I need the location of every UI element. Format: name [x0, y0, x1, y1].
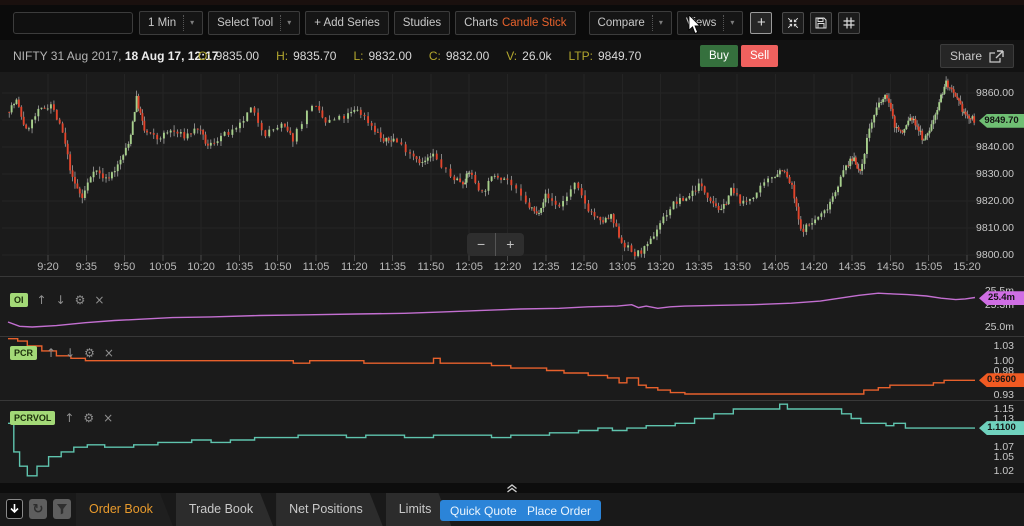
filter-button[interactable]	[53, 499, 71, 519]
panel-name-badge: PCRVOL	[10, 411, 56, 425]
chevron-down-icon: ▾	[723, 14, 734, 31]
panel-settings-gear-icon[interactable]: ⚙	[83, 412, 94, 424]
download-icon	[10, 504, 19, 514]
studies-button[interactable]: Studies	[393, 10, 451, 35]
compare-dropdown[interactable]: Compare ▾	[588, 10, 672, 35]
refresh-button[interactable]: ↻	[29, 499, 47, 519]
chart-toolbar: 1 Min ▾ Select Tool ▾ + Add Series Studi…	[0, 0, 1024, 40]
panel-down-arrow-icon[interactable]: ↓	[56, 294, 66, 306]
quote-bar: NIFTY 31 Aug 2017, 18 Aug 17, 12:17 O: 98…	[0, 40, 1024, 72]
quote-ltp: LTP: 9849.70	[568, 49, 642, 63]
chart-region: 9:20 9:35 9:50 10:05 10:20 10:35 10:50 11:05 11:…	[0, 72, 1024, 483]
grid-icon	[843, 17, 855, 28]
panel-settings-gear-icon[interactable]: ⚙	[84, 347, 95, 359]
chevron-down-icon: ▾	[183, 14, 194, 31]
quote-c: C: 9832.00	[428, 49, 490, 63]
dock-tabs: Order Book Trade Book Net Positions Limits	[76, 493, 451, 526]
download-button[interactable]	[6, 499, 23, 519]
views-dropdown[interactable]: Views ▾	[676, 10, 744, 35]
panel-down-arrow-icon[interactable]: ↓	[65, 347, 75, 359]
quote-v: V: 26.0k	[506, 49, 552, 63]
refresh-icon: ↻	[32, 501, 44, 517]
symbol-title: NIFTY 31 Aug 2017, 18 Aug 17, 12:17	[13, 49, 219, 63]
minimize-chart-button[interactable]	[782, 11, 805, 34]
select-tool-dropdown[interactable]: Select Tool ▾	[208, 10, 301, 35]
ohlc-fields: O: 9835.00 H: 9835.70 L: 9832.00 C: 9832.00 V: 26…	[198, 49, 641, 63]
panel-up-arrow-icon[interactable]: ↑	[46, 347, 56, 359]
grid-layout-button[interactable]	[838, 11, 861, 34]
chart-type-button[interactable]: Charts Candle Stick	[455, 10, 576, 35]
pcr-line	[8, 338, 975, 395]
interval-dropdown[interactable]: 1 Min ▾	[139, 10, 204, 35]
symbol-search-input[interactable]	[13, 11, 133, 34]
add-chart-button[interactable]: +	[750, 11, 773, 34]
tab-net-positions[interactable]: Net Positions	[276, 493, 383, 526]
zoom-in-button[interactable]: +	[495, 233, 524, 256]
zoom-out-button[interactable]: −	[467, 233, 495, 256]
minimize-icon	[788, 17, 799, 28]
filter-icon	[57, 504, 67, 515]
panel-close-x-icon[interactable]: ×	[103, 412, 113, 424]
quote-h: H: 9835.70	[276, 49, 337, 63]
save-icon	[815, 17, 827, 28]
panel-name-badge: PCR	[10, 346, 38, 360]
zoom-control: − +	[467, 233, 525, 256]
select-tool-label: Select Tool	[217, 16, 274, 29]
interval-label: 1 Min	[148, 16, 177, 29]
panel-settings-gear-icon[interactable]: ⚙	[75, 294, 86, 306]
chevron-down-icon: ▾	[651, 14, 663, 31]
tab-order-book[interactable]: Order Book	[76, 493, 173, 526]
sell-button[interactable]: Sell	[741, 45, 779, 67]
panel-header-pcrvol: PCRVOL ↑ ⚙ ×	[10, 411, 113, 425]
chart-type-value: Candle Stick	[501, 16, 567, 29]
buy-button[interactable]: Buy	[700, 45, 738, 67]
collapse-chevron-icon[interactable]	[506, 483, 518, 493]
panel-close-x-icon[interactable]: ×	[94, 294, 104, 306]
panel-up-arrow-icon[interactable]: ↑	[37, 294, 47, 306]
plus-icon: +	[756, 14, 766, 31]
share-icon	[989, 49, 1004, 63]
dock-collapse-strip	[0, 483, 1024, 493]
save-chart-button[interactable]	[810, 11, 833, 34]
panel-up-arrow-icon[interactable]: ↑	[64, 412, 74, 424]
panel-name-badge: OI	[10, 293, 28, 307]
share-button[interactable]: Share	[939, 44, 1014, 68]
pcrvol-line	[8, 403, 975, 477]
quote-l: L: 9832.00	[353, 49, 412, 63]
panel-header-pcr: PCR ↑ ↓ ⚙ ×	[10, 346, 114, 360]
quick-quote-button[interactable]: Quick Quote	[440, 500, 527, 521]
price-chart-canvas[interactable]	[0, 72, 1024, 483]
tab-trade-book[interactable]: Trade Book	[176, 493, 273, 526]
panel-close-x-icon[interactable]: ×	[104, 347, 114, 359]
quote-o: O: 9835.00	[198, 49, 260, 63]
oi-line	[7, 292, 976, 328]
place-order-button[interactable]: Place Order	[517, 500, 602, 521]
add-series-button[interactable]: + Add Series	[305, 10, 389, 35]
chevron-down-icon: ▾	[280, 14, 291, 31]
panel-header-oi: OI ↑ ↓ ⚙ ×	[10, 293, 104, 307]
